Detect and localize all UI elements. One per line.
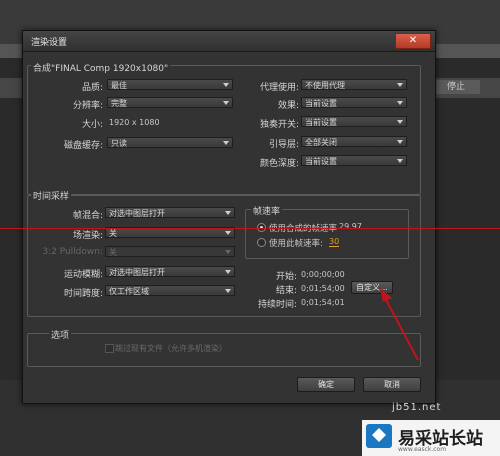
annotation-arrow-icon bbox=[380, 288, 419, 361]
